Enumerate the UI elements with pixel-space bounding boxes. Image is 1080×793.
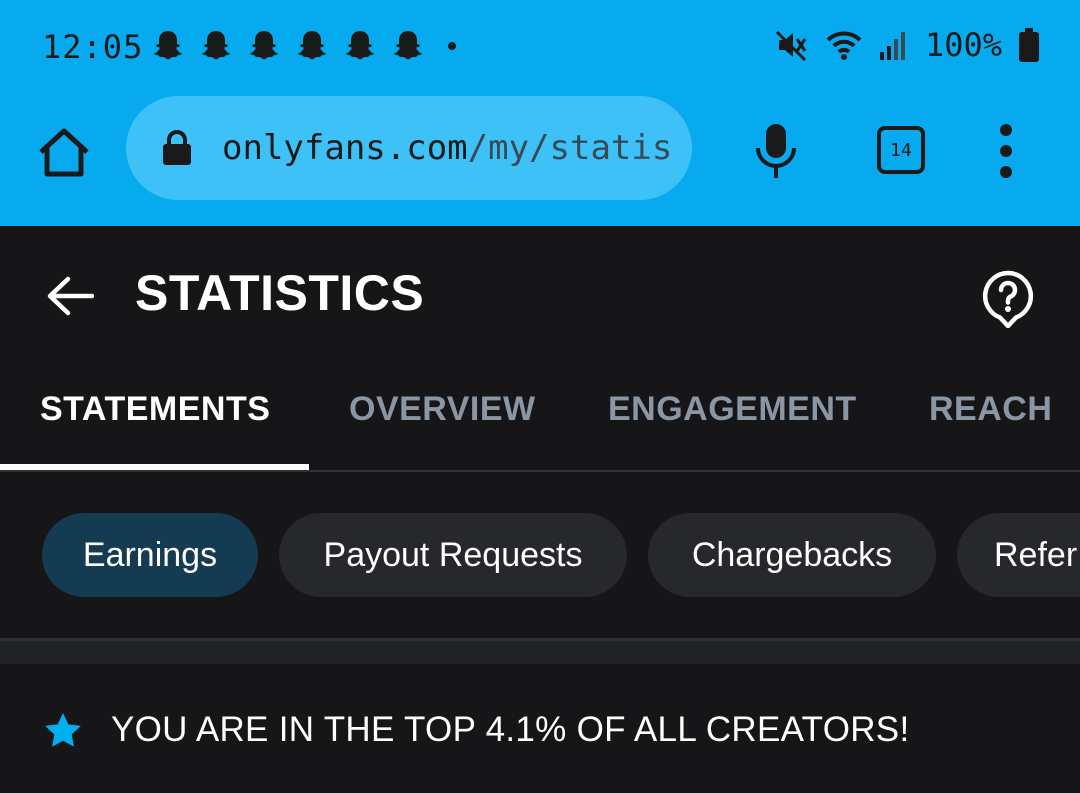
tab-statements[interactable]: STATEMENTS — [40, 390, 270, 429]
snapchat-icon — [298, 31, 326, 60]
help-icon[interactable] — [982, 270, 1034, 328]
chip-referrals[interactable]: Refer — [957, 513, 1080, 597]
snapchat-icon — [202, 31, 230, 60]
tab-reach[interactable]: REACH — [929, 390, 1052, 429]
more-options-icon[interactable] — [996, 124, 1016, 178]
statement-filter-chips: Earnings Payout Requests Chargebacks Ref… — [0, 474, 1080, 638]
snapchat-icon — [250, 31, 278, 60]
browser-chrome: 12:05 100% onlyfans.com/my/statis 14 — [0, 0, 1080, 226]
status-indicators: 100% — [775, 26, 1040, 64]
chip-payout-requests[interactable]: Payout Requests — [279, 513, 627, 597]
snapchat-icon — [154, 31, 182, 60]
status-bar: 12:05 100% — [0, 0, 1080, 96]
notification-icons — [148, 26, 456, 66]
tab-overview[interactable]: OVERVIEW — [349, 390, 536, 429]
top-creator-text: YOU ARE IN THE TOP 4.1% OF ALL CREATORS! — [111, 710, 910, 749]
back-arrow-icon[interactable] — [46, 276, 94, 316]
url-domain: onlyfans.com — [222, 128, 468, 168]
lock-icon — [163, 130, 191, 165]
app-header: STATISTICS — [0, 226, 1080, 356]
signal-icon — [879, 32, 905, 60]
url-path: /my/statis — [467, 128, 673, 168]
home-icon[interactable] — [36, 126, 92, 178]
more-notifications-dot — [448, 42, 456, 50]
active-tab-indicator — [0, 464, 309, 470]
status-time: 12:05 — [42, 28, 144, 66]
chip-earnings[interactable]: Earnings — [42, 513, 258, 597]
star-icon — [45, 713, 81, 747]
section-divider — [0, 638, 1080, 664]
chip-chargebacks[interactable]: Chargebacks — [648, 513, 936, 597]
address-bar[interactable]: onlyfans.com/my/statis — [126, 96, 692, 200]
browser-toolbar: onlyfans.com/my/statis 14 — [0, 96, 1080, 202]
tab-switcher-button[interactable]: 14 — [877, 126, 925, 174]
snapchat-icon — [346, 31, 374, 60]
tab-engagement[interactable]: ENGAGEMENT — [608, 390, 857, 429]
snapchat-icon — [394, 31, 422, 60]
wifi-icon — [826, 31, 862, 60]
microphone-icon[interactable] — [752, 122, 800, 180]
top-creator-banner: YOU ARE IN THE TOP 4.1% OF ALL CREATORS! — [0, 664, 1080, 793]
mute-icon — [775, 30, 807, 62]
battery-percentage: 100% — [924, 26, 1002, 64]
page-title: STATISTICS — [135, 265, 425, 321]
statistics-tabs: STATEMENTS OVERVIEW ENGAGEMENT REACH — [0, 356, 1080, 472]
url-text: onlyfans.com/my/statis — [222, 128, 672, 168]
battery-icon — [1019, 28, 1039, 62]
